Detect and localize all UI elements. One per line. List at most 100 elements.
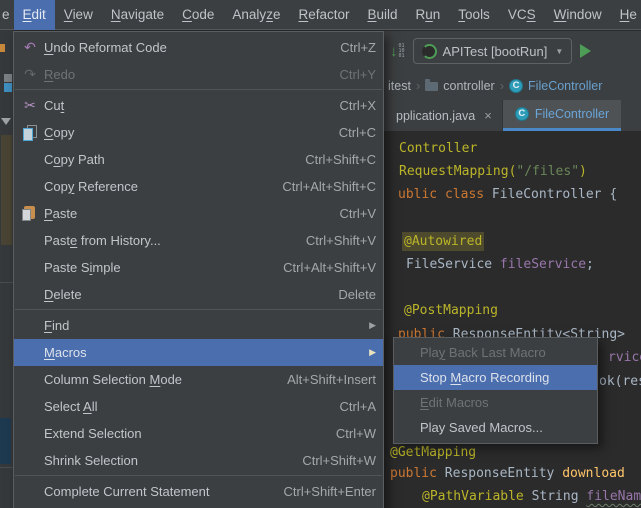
menu-item-paste-from-history[interactable]: Paste from History... Ctrl+Shift+V: [14, 227, 383, 254]
menu-item-undo-reformat-code[interactable]: ↶ Undo Reformat Code Ctrl+Z: [14, 34, 383, 61]
menubar-item-analyze[interactable]: Analyze: [223, 0, 289, 30]
menu-item-extend-selection[interactable]: Extend Selection Ctrl+W: [14, 420, 383, 447]
selection-fragment: [0, 418, 11, 464]
shortcut-label: Ctrl+Alt+Shift+V: [283, 260, 376, 275]
empty-icon: [20, 452, 40, 470]
menu-item-copy-reference[interactable]: Copy Reference Ctrl+Alt+Shift+C: [14, 173, 383, 200]
menu-item-redo: ↷ Redo Ctrl+Y: [14, 61, 383, 88]
code-line: FileService fileService;: [406, 257, 594, 272]
menu-item-paste[interactable]: Paste Ctrl+V: [14, 200, 383, 227]
code-line: Controller: [399, 141, 478, 156]
shortcut-label: Ctrl+V: [339, 206, 376, 221]
menu-separator: [15, 309, 382, 310]
menu-item-complete-current-statement[interactable]: Complete Current Statement Ctrl+Shift+Ent…: [14, 478, 383, 505]
menu-item-paste-simple[interactable]: Paste Simple Ctrl+Alt+Shift+V: [14, 254, 383, 281]
empty-icon: [20, 151, 40, 169]
menubar-item-he[interactable]: He: [611, 0, 641, 30]
shortcut-label: Ctrl+A: [339, 399, 376, 414]
shortcut-label: Ctrl+Shift+Enter: [283, 484, 377, 499]
redo-icon: ↷: [24, 66, 36, 82]
code-line: rvice: [608, 350, 641, 365]
background-left-strip: [0, 30, 13, 508]
expand-arrow-icon: [1, 118, 11, 125]
empty-icon: [20, 286, 40, 304]
copy-icon: [20, 124, 40, 142]
menubar-item-file-partial[interactable]: e: [2, 7, 14, 22]
menu-separator: [15, 475, 382, 476]
edit-menu-popup: ↶ Undo Reformat Code Ctrl+Z ↷ Redo Ctrl+Y ✂ Cut…: [13, 31, 384, 508]
tree-selection-fragment: [1, 135, 12, 245]
empty-icon: [20, 317, 40, 335]
code-line: RequestMapping("/files"): [399, 164, 587, 179]
menubar: e Edit View Navigate Code Analyze Refactor Bui…: [0, 0, 641, 30]
macros-submenu-popup: Play Back Last Macro Stop Macro Recording…: [393, 337, 598, 444]
menubar-item-edit[interactable]: Edit: [13, 0, 55, 30]
empty-icon: [20, 425, 40, 443]
undo-icon: ↶: [24, 39, 36, 55]
code-line: public ResponseEntity download: [390, 466, 625, 481]
shortcut-label: Ctrl+Shift+W: [302, 453, 376, 468]
empty-icon: [20, 232, 40, 250]
shortcut-label: Ctrl+C: [338, 125, 376, 140]
ide-window: ↓ 01 10 01 APITest [bootRun] ▼ itest › con…: [0, 0, 641, 508]
empty-icon: [20, 178, 40, 196]
menubar-item-view[interactable]: View: [55, 0, 102, 30]
code-line: @PathVariable String fileName: [422, 489, 641, 504]
file-icon: [4, 83, 12, 92]
empty-icon: [20, 344, 40, 362]
menubar-item-run[interactable]: Run: [407, 0, 450, 30]
tool-window-icon: [0, 44, 5, 52]
menu-item-play-back-last-macro: Play Back Last Macro: [394, 340, 597, 365]
menu-separator: [15, 89, 382, 90]
menu-item-select-all[interactable]: Select All Ctrl+A: [14, 393, 383, 420]
menu-item-shrink-selection[interactable]: Shrink Selection Ctrl+Shift+W: [14, 447, 383, 474]
menu-item-find[interactable]: Find ▶: [14, 312, 383, 339]
empty-icon: [20, 371, 40, 389]
menubar-item-code[interactable]: Code: [173, 0, 223, 30]
menu-item-edit-macros: Edit Macros: [394, 390, 597, 415]
menu-item-macros[interactable]: Macros ▶: [14, 339, 383, 366]
shortcut-label: Ctrl+Y: [339, 67, 376, 82]
code-line: @PostMapping: [404, 303, 498, 318]
menu-item-copy-path[interactable]: Copy Path Ctrl+Shift+C: [14, 146, 383, 173]
menubar-item-tools[interactable]: Tools: [449, 0, 499, 30]
menu-item-cut[interactable]: ✂ Cut Ctrl+X: [14, 92, 383, 119]
cut-icon: ✂: [24, 97, 36, 113]
shortcut-label: Ctrl+X: [339, 98, 376, 113]
shortcut-label: Ctrl+Z: [340, 40, 376, 55]
divider: [0, 282, 13, 283]
code-line: @Autowired: [404, 234, 483, 249]
shortcut-label: Ctrl+W: [335, 426, 376, 441]
shortcut-label: Ctrl+Shift+C: [305, 152, 376, 167]
empty-icon: [20, 259, 40, 277]
shortcut-label: Delete: [338, 287, 376, 302]
menubar-items: Edit View Navigate Code Analyze Refactor Build…: [13, 0, 641, 30]
submenu-arrow-icon: ▶: [369, 320, 376, 330]
menubar-item-navigate[interactable]: Navigate: [102, 0, 173, 30]
empty-icon: [400, 344, 416, 362]
menubar-item-build[interactable]: Build: [358, 0, 406, 30]
shortcut-label: Alt+Shift+Insert: [287, 372, 376, 387]
menu-item-copy[interactable]: Copy Ctrl+C: [14, 119, 383, 146]
empty-icon: [400, 394, 416, 412]
submenu-arrow-icon: ▶: [369, 347, 376, 357]
menubar-item-window[interactable]: Window: [545, 0, 611, 30]
empty-icon: [400, 419, 416, 437]
divider: [0, 467, 13, 468]
shortcut-label: Ctrl+Alt+Shift+C: [282, 179, 376, 194]
menu-item-delete[interactable]: Delete Delete: [14, 281, 383, 308]
code-line: @GetMapping: [390, 445, 477, 460]
code-line: ok(res: [599, 374, 641, 389]
menubar-item-refactor[interactable]: Refactor: [289, 0, 358, 30]
menu-item-column-selection-mode[interactable]: Column Selection Mode Alt+Shift+Insert: [14, 366, 383, 393]
empty-icon: [400, 369, 416, 387]
menubar-item-vcs[interactable]: VCS: [499, 0, 545, 30]
file-icon: [4, 74, 12, 82]
empty-icon: [20, 483, 40, 501]
code-line: ublic class FileController {: [398, 187, 618, 202]
empty-icon: [20, 398, 40, 416]
shortcut-label: Ctrl+Shift+V: [305, 233, 376, 248]
menu-item-stop-macro-recording[interactable]: Stop Macro Recording: [394, 365, 597, 390]
menu-item-play-saved-macros[interactable]: Play Saved Macros...: [394, 415, 597, 440]
paste-icon: [20, 205, 40, 223]
